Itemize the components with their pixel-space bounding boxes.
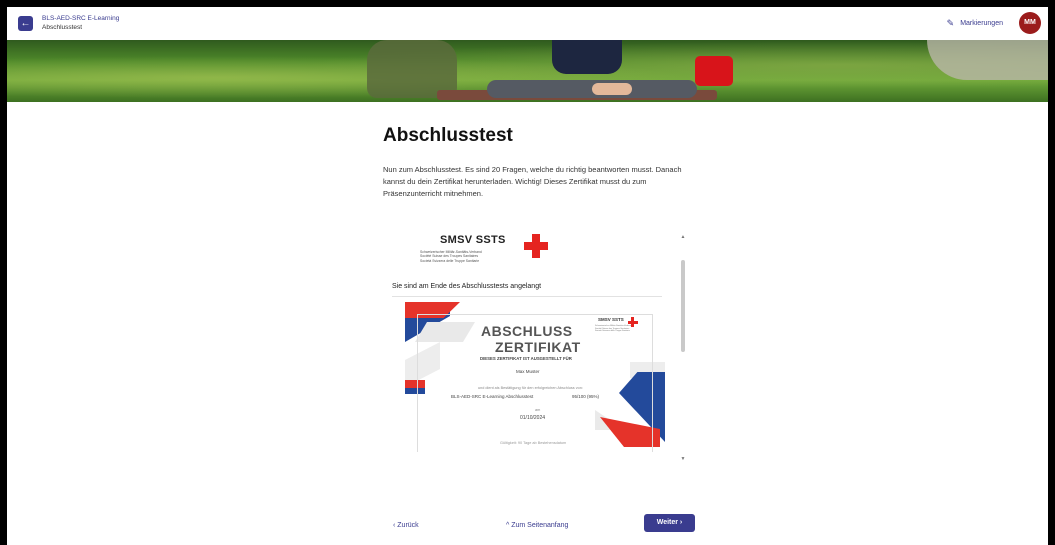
course-title[interactable]: BLS-AED-SRC E-Learning [42, 15, 119, 23]
cert-date: 01/10/2024 [520, 415, 546, 421]
org-lines: Schweizerischer Militär-Sanitäts-Verband… [420, 250, 482, 263]
scroll-up-icon[interactable]: ▲ [679, 234, 687, 240]
certificate-preview: ABSCHLUSS ZERTIFIKAT DIESES ZERTIFIKAT I… [405, 302, 665, 452]
cert-title-line2: ZERTIFIKAT [495, 339, 581, 355]
cert-logo-lines: Schweizerischer Militär-Sanitäts-Verband… [595, 325, 631, 333]
hero-person-helper [552, 40, 622, 74]
arrow-left-icon: ← [20, 18, 31, 29]
cert-date-label: am [535, 408, 541, 412]
cert-course: BLS-AED-SRC E-Learning Abschlusstest [451, 394, 534, 399]
pen-icon: ✎ [946, 18, 955, 28]
cert-logo-line: Società Svizzera delle Truppe Sanitarie [595, 330, 630, 333]
hero-patient-torso [592, 83, 632, 95]
page-title: Abschlusstest [383, 125, 513, 146]
cert-logo: SMSV SSTS Schweizerischer Militär-Sanitä… [595, 317, 650, 339]
marks-label: Markierungen [960, 20, 1003, 27]
cert-logo-name: SMSV SSTS [598, 317, 624, 322]
org-line: Società Svizzera delle Truppe Sanitarie [420, 258, 480, 263]
back-button[interactable]: ← [18, 16, 33, 31]
cert-title-line1: ABSCHLUSS [481, 323, 573, 339]
viewer-scrollbar[interactable]: ▲ ▼ [679, 234, 687, 462]
cert-validity: Gültigkeit: 90 Tage ab Bestehensdatum [500, 441, 567, 445]
org-name: SMSV SSTS [440, 234, 506, 246]
scroll-thumb[interactable] [681, 260, 685, 352]
avatar[interactable]: MM [1019, 12, 1041, 34]
cert-confirmation: und dient als Bestätigung für den erfolg… [478, 386, 583, 390]
embedded-document-viewer[interactable]: SMSV SSTS Schweizerischer Militär-Sanitä… [386, 222, 682, 454]
hero-rock [927, 40, 1048, 80]
org-logo: SMSV SSTS Schweizerischer Militär-Sanitä… [410, 234, 548, 274]
end-message: Sie sind am Ende des Abschlusstests ange… [392, 283, 542, 290]
cert-score: 95/100 (95%) [572, 394, 600, 399]
cert-subtitle: DIESES ZERTIFIKAT IST AUSGESTELLT FÜR [480, 356, 572, 361]
intro-text: Nun zum Abschlusstest. Es sind 20 Fragen… [383, 165, 682, 198]
hero-aed-device [695, 56, 733, 86]
back-link[interactable]: ‹ Zurück [393, 522, 419, 529]
app-frame: ← BLS-AED-SRC E-Learning Abschlusstest ✎… [7, 7, 1048, 545]
scroll-top-link[interactable]: ^ Zum Seitenanfang [506, 522, 568, 529]
cert-red-cross-icon-bar [628, 320, 638, 324]
content-header: Abschlusstest [383, 125, 683, 147]
breadcrumb: BLS-AED-SRC E-Learning Abschlusstest [42, 15, 119, 32]
next-button[interactable]: Weiter › [644, 514, 695, 532]
scroll-down-icon[interactable]: ▼ [679, 456, 687, 462]
course-subtitle: Abschlusstest [42, 24, 83, 31]
red-cross-icon-bar [524, 242, 548, 250]
hero-image [7, 40, 1048, 102]
top-bar: ← BLS-AED-SRC E-Learning Abschlusstest ✎… [7, 7, 1048, 40]
cert-recipient: Max Muster [516, 369, 540, 374]
marks-button[interactable]: ✎ Markierungen [947, 18, 1003, 29]
divider [392, 296, 662, 297]
